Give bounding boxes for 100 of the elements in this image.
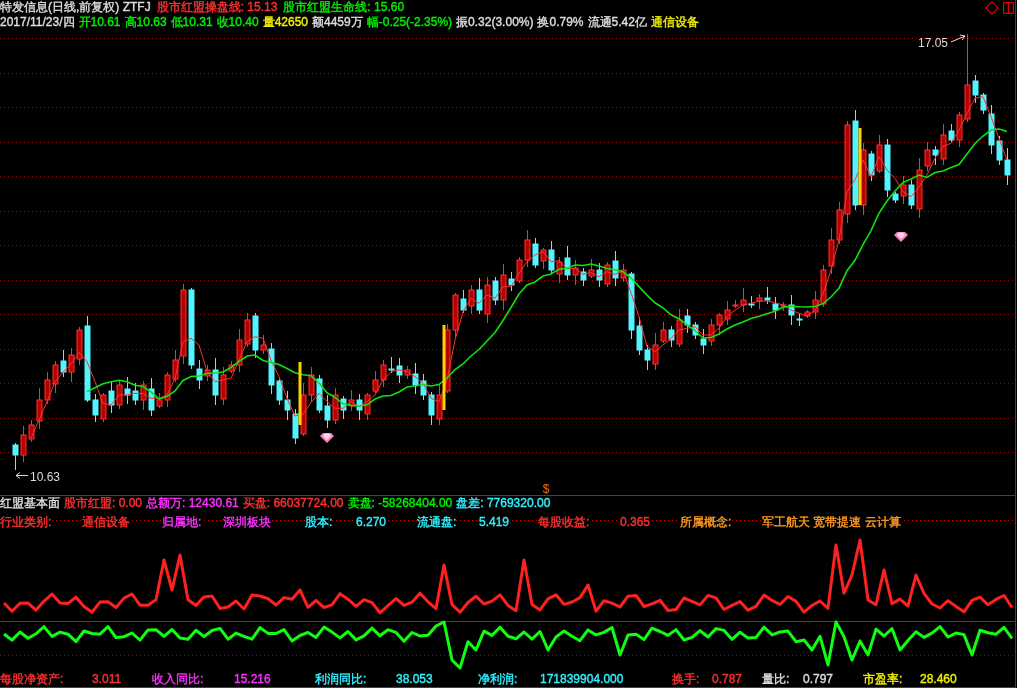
falling-candle	[932, 145, 939, 166]
rising-candle	[116, 379, 123, 410]
falling-candle	[12, 442, 19, 471]
pointer-arrow	[950, 34, 966, 43]
falling-candle	[356, 393, 363, 421]
falling-candle	[532, 237, 539, 269]
field-value: 通信设备	[82, 515, 130, 530]
falling-candle	[748, 295, 755, 309]
field-label: 所属概念:	[680, 515, 732, 530]
field-value: 38.053	[396, 671, 433, 687]
falling-candle	[340, 395, 347, 420]
rising-candle	[676, 308, 683, 348]
rising-candle	[604, 261, 611, 288]
summary-value: 卖盘: -58268404.00	[347, 496, 453, 511]
rising-candle	[588, 258, 595, 279]
falling-candle	[252, 312, 259, 359]
rising-candle	[100, 392, 107, 423]
falling-candle	[612, 250, 619, 287]
summary-value: 买盘: 66037724.00	[242, 496, 344, 511]
rising-candle	[484, 276, 491, 324]
rising-candle	[500, 263, 507, 311]
summary-value: 总额万: 12430.61	[146, 496, 239, 511]
falling-candle	[580, 267, 587, 287]
field-label: 行业类别:	[0, 515, 52, 530]
field-value: 深圳板块	[223, 515, 271, 530]
quote-value: 幅-0.25(-2.35%)	[366, 15, 453, 30]
high-price-label: 17.05	[917, 36, 948, 50]
rising-candle	[348, 389, 355, 412]
chart-title: 特发信息(日线,前复权) ZTFJ	[0, 0, 151, 15]
falling-candle	[492, 276, 499, 306]
field-label: 净利润:	[478, 671, 518, 687]
panel-title: 红盟基本面	[0, 496, 60, 511]
falling-candle	[668, 325, 675, 348]
quote-value: 收10.40	[216, 15, 259, 30]
rising-candle	[620, 263, 627, 283]
field-value: 0.365	[620, 515, 651, 530]
field-value: 军工航天 宽带提速 云计算	[762, 515, 901, 530]
falling-candle	[564, 245, 571, 281]
rising-candle	[756, 293, 763, 310]
quote-value: 振0.32(3.00%)	[456, 15, 534, 30]
diamond-icon[interactable]	[985, 0, 999, 15]
field-label: 流通盘:	[417, 515, 457, 530]
rising-candle	[260, 334, 267, 355]
falling-candle	[908, 179, 915, 210]
indicator-value: 股市红盟操盘线: 15.13	[156, 0, 278, 15]
field-label: 市盈率:	[863, 671, 903, 687]
field-label: 归属地:	[162, 515, 202, 530]
quote-value: 额4459万	[312, 15, 363, 30]
quote-value: 2017/11/23/四	[0, 15, 75, 30]
field-label: 收入同比:	[152, 671, 204, 687]
field-label: 股本:	[305, 515, 333, 530]
field-label: 利润同比:	[315, 671, 367, 687]
falling-candle	[460, 289, 467, 314]
pointer-arrow	[15, 472, 29, 479]
indicator-value: 股市红盟生命线: 15.60	[283, 0, 405, 15]
rising-candle	[780, 301, 787, 312]
low-price-label: 10.63	[30, 470, 61, 484]
rising-candle	[940, 123, 947, 166]
split-panel-icon[interactable]	[1003, 1, 1014, 14]
rising-candle	[900, 175, 907, 205]
dollar-marker: $	[542, 482, 550, 495]
field-value: 171839904.000	[540, 671, 624, 687]
rising-candle	[140, 380, 147, 411]
field-value: 28.460	[920, 671, 957, 687]
quote-value: 换0.79%	[537, 15, 584, 30]
falling-candle	[508, 271, 515, 292]
rising-candle	[876, 134, 883, 174]
rising-candle	[204, 364, 211, 382]
field-label: 量比:	[762, 671, 790, 687]
gem-icon	[894, 232, 908, 242]
quote-value: 通信设备	[650, 15, 699, 30]
field-value: 6.270	[356, 515, 387, 530]
rising-candle	[556, 256, 563, 284]
falling-candle	[60, 349, 67, 378]
summary-value: 盘差: 7769320.00	[456, 496, 551, 511]
rising-candle	[540, 247, 547, 270]
falling-candle	[596, 262, 603, 288]
field-label: 换手:	[672, 671, 700, 687]
quote-value: 流通5.42亿	[587, 15, 647, 30]
gem-icon	[320, 433, 334, 443]
falling-candle	[868, 150, 875, 182]
quote-value: 量42650	[262, 15, 308, 30]
field-value: 15.216	[234, 671, 271, 687]
quote-value: 低10.31	[170, 15, 213, 30]
falling-candle	[948, 123, 955, 143]
falling-candle	[548, 240, 555, 275]
falling-candle	[108, 381, 115, 414]
rising-candle	[332, 387, 339, 425]
quote-value: 高10.63	[124, 15, 167, 30]
field-label: 每股收益:	[538, 515, 590, 530]
falling-candle	[212, 357, 219, 406]
rising-candle	[572, 259, 579, 286]
signal-bar	[298, 362, 302, 425]
field-label: 每股净资产:	[0, 671, 64, 687]
rising-candle	[404, 365, 411, 380]
field-value: 0.787	[712, 671, 743, 687]
quote-value: 开10.61	[78, 15, 121, 30]
field-value: 3.011	[92, 671, 122, 687]
falling-candle	[148, 377, 155, 417]
summary-value: 股市红盟: 0.00	[64, 496, 143, 511]
